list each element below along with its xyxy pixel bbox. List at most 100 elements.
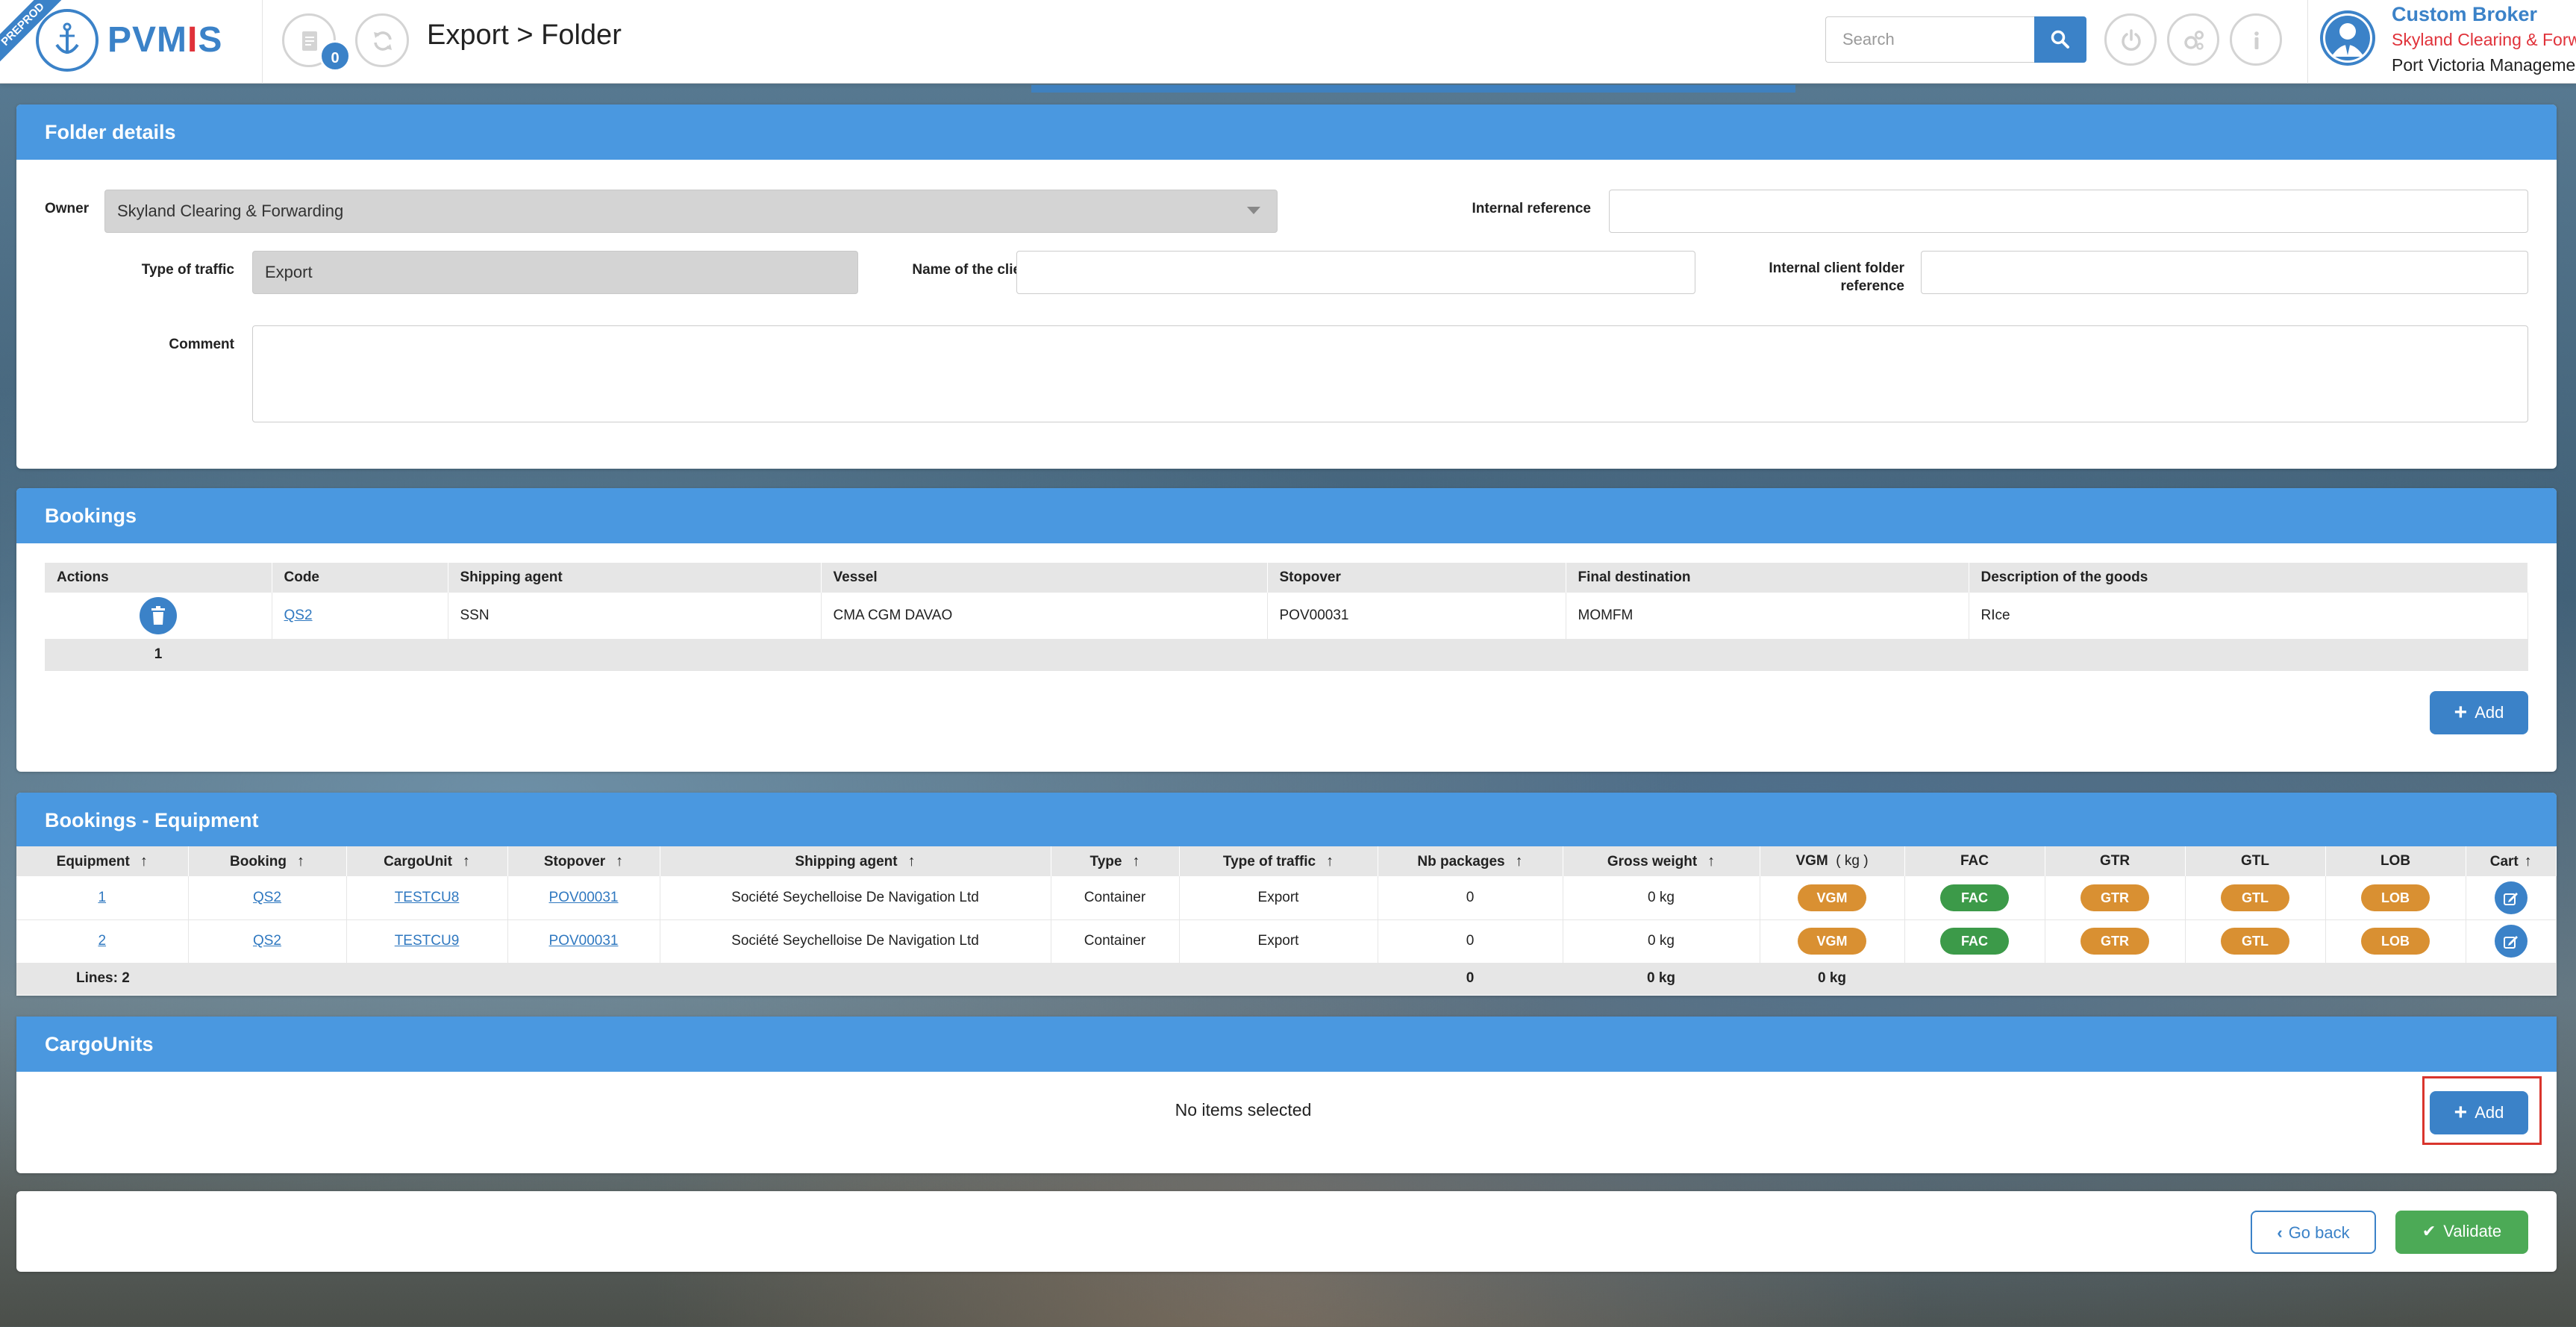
user-role: Custom Broker (2392, 3, 2538, 25)
logout-button[interactable] (2104, 13, 2157, 66)
equipment-header-row: Equipment ↑ Booking ↑ CargoUnit ↑ Stopover ↑… (16, 846, 2557, 876)
bookings-footer-row: 1 (45, 639, 2528, 671)
col-nb-packages[interactable]: Nb packages ↑ (1378, 846, 1563, 876)
stopover-link[interactable]: POV00031 (549, 933, 619, 949)
booking-final-destination: MOMFM (1566, 593, 1969, 640)
booking-description: RIce (1969, 593, 2528, 640)
search-input[interactable] (1825, 16, 2034, 63)
equipment-footer-row: Lines: 2 0 0 kg 0 kg (16, 963, 2557, 995)
col-cargounit[interactable]: CargoUnit ↑ (346, 846, 508, 876)
name-of-client-input[interactable] (1016, 251, 1695, 294)
cart-cell (2466, 919, 2557, 964)
booking-link[interactable]: QS2 (253, 933, 281, 949)
booking-code-cell: QS2 (272, 593, 448, 640)
equipment-link[interactable]: 1 (98, 890, 106, 905)
shipping-agent-cell: Société Seychelloise De Navigation Ltd (660, 919, 1051, 964)
gtr-badge-button[interactable]: GTR (2081, 884, 2149, 911)
actions-cell (45, 593, 272, 640)
fac-badge-button[interactable]: FAC (1940, 884, 2009, 911)
search-button[interactable] (2034, 16, 2086, 63)
col-shipping-agent[interactable]: Shipping agent (448, 563, 822, 593)
col-vessel[interactable]: Vessel (821, 563, 1268, 593)
col-vgm-unit: ( kg ) (1836, 853, 1869, 869)
internal-client-folder-label: Internal client folder reference (1769, 260, 1904, 294)
gtl-cell: GTL (2185, 876, 2326, 920)
equipment-panel: Bookings - Equipment Equipment ↑ Booking ↑… (16, 793, 2557, 996)
cart-button[interactable] (2494, 925, 2527, 958)
col-type[interactable]: Type ↑ (1051, 846, 1180, 876)
chevron-down-icon (1247, 207, 1260, 214)
sort-arrow-icon: ↑ (1707, 852, 1716, 869)
settings-button[interactable] (2167, 13, 2219, 66)
col-nb-packages-label: Nb packages (1417, 853, 1505, 869)
col-type-of-traffic[interactable]: Type of traffic ↑ (1179, 846, 1378, 876)
info-button[interactable] (2230, 13, 2282, 66)
stopover-cell: POV00031 (507, 876, 660, 920)
col-type-of-traffic-label: Type of traffic (1222, 853, 1316, 869)
refresh-button[interactable] (355, 13, 409, 67)
sort-arrow-icon: ↑ (1515, 852, 1523, 869)
gears-icon (2184, 31, 2204, 50)
vgm-badge-button[interactable]: VGM (1798, 928, 1866, 955)
validate-button[interactable]: ✔ Validate (2395, 1211, 2528, 1254)
col-cart-label: Cart (2489, 853, 2519, 869)
equipment-footer-filler (346, 963, 1378, 995)
refresh-icon (374, 31, 392, 51)
sort-arrow-icon: ↑ (907, 852, 916, 869)
col-gtr: GTR (2045, 846, 2186, 876)
delete-booking-button[interactable] (139, 596, 177, 634)
col-code[interactable]: Code (272, 563, 448, 593)
lob-badge-button[interactable]: LOB (2361, 884, 2430, 911)
col-stopover[interactable]: Stopover (1267, 563, 1566, 593)
col-equipment[interactable]: Equipment ↑ (16, 846, 189, 876)
stopover-link[interactable]: POV00031 (549, 890, 619, 905)
lob-badge-button[interactable]: LOB (2361, 928, 2430, 955)
logo-area[interactable]: PREPROD PVMIS (0, 0, 263, 84)
fac-badge-button[interactable]: FAC (1940, 928, 2009, 955)
power-icon (2122, 29, 2141, 51)
vgm-badge-button[interactable]: VGM (1798, 884, 1866, 911)
col-cargounit-label: CargoUnit (384, 853, 452, 869)
gross-weight-cell: 0 kg (1563, 876, 1760, 920)
equipment-cell: 2 (16, 919, 189, 964)
col-description[interactable]: Description of the goods (1969, 563, 2528, 593)
sort-arrow-icon: ↑ (297, 852, 304, 869)
owner-select[interactable]: Skyland Clearing & Forwarding (104, 190, 1278, 233)
internal-client-folder-input[interactable] (1921, 251, 2528, 294)
col-shipping-agent[interactable]: Shipping agent ↑ (660, 846, 1051, 876)
equipment-link[interactable]: 2 (98, 933, 106, 949)
cart-button[interactable] (2494, 881, 2527, 914)
booking-link[interactable]: QS2 (253, 890, 281, 905)
booking-code-link[interactable]: QS2 (284, 608, 313, 623)
gtl-badge-button[interactable]: GTL (2221, 928, 2289, 955)
equipment-footer-filler-end (1904, 963, 2557, 995)
col-gross-weight[interactable]: Gross weight ↑ (1563, 846, 1760, 876)
vgm-cell: VGM (1760, 919, 1905, 964)
col-stopover[interactable]: Stopover ↑ (507, 846, 660, 876)
booking-stopover: POV00031 (1267, 593, 1566, 640)
go-back-button[interactable]: ‹ Go back (2251, 1211, 2376, 1254)
stopover-cell: POV00031 (507, 919, 660, 964)
search-group (1825, 16, 2086, 63)
gtr-badge-button[interactable]: GTR (2081, 928, 2149, 955)
col-final-destination[interactable]: Final destination (1566, 563, 1969, 593)
info-icon (2254, 31, 2259, 49)
booking-cell: QS2 (188, 919, 347, 964)
user-menu[interactable]: Custom Broker Skyland Clearing & Forward… (2307, 0, 2576, 84)
gtl-badge-button[interactable]: GTL (2221, 884, 2289, 911)
cargo-units-empty-text: No items selected (1175, 1100, 1312, 1120)
col-booking[interactable]: Booking ↑ (188, 846, 347, 876)
sort-arrow-icon: ↑ (2524, 852, 2532, 869)
internal-reference-input[interactable] (1609, 190, 2528, 233)
owner-value: Skyland Clearing & Forwarding (117, 202, 344, 220)
cargounit-link[interactable]: TESTCU8 (395, 890, 460, 905)
user-avatar-icon (2320, 10, 2375, 66)
cargounit-link[interactable]: TESTCU9 (395, 933, 460, 949)
col-gross-weight-label: Gross weight (1607, 853, 1698, 869)
gtr-cell: GTR (2045, 919, 2186, 964)
type-of-traffic-field[interactable]: Export (252, 251, 858, 294)
comment-textarea[interactable] (252, 325, 2528, 422)
add-booking-button[interactable]: + Add (2430, 691, 2528, 734)
edit-cart-icon (2503, 936, 2518, 949)
col-cart[interactable]: Cart ↑ (2466, 846, 2557, 876)
